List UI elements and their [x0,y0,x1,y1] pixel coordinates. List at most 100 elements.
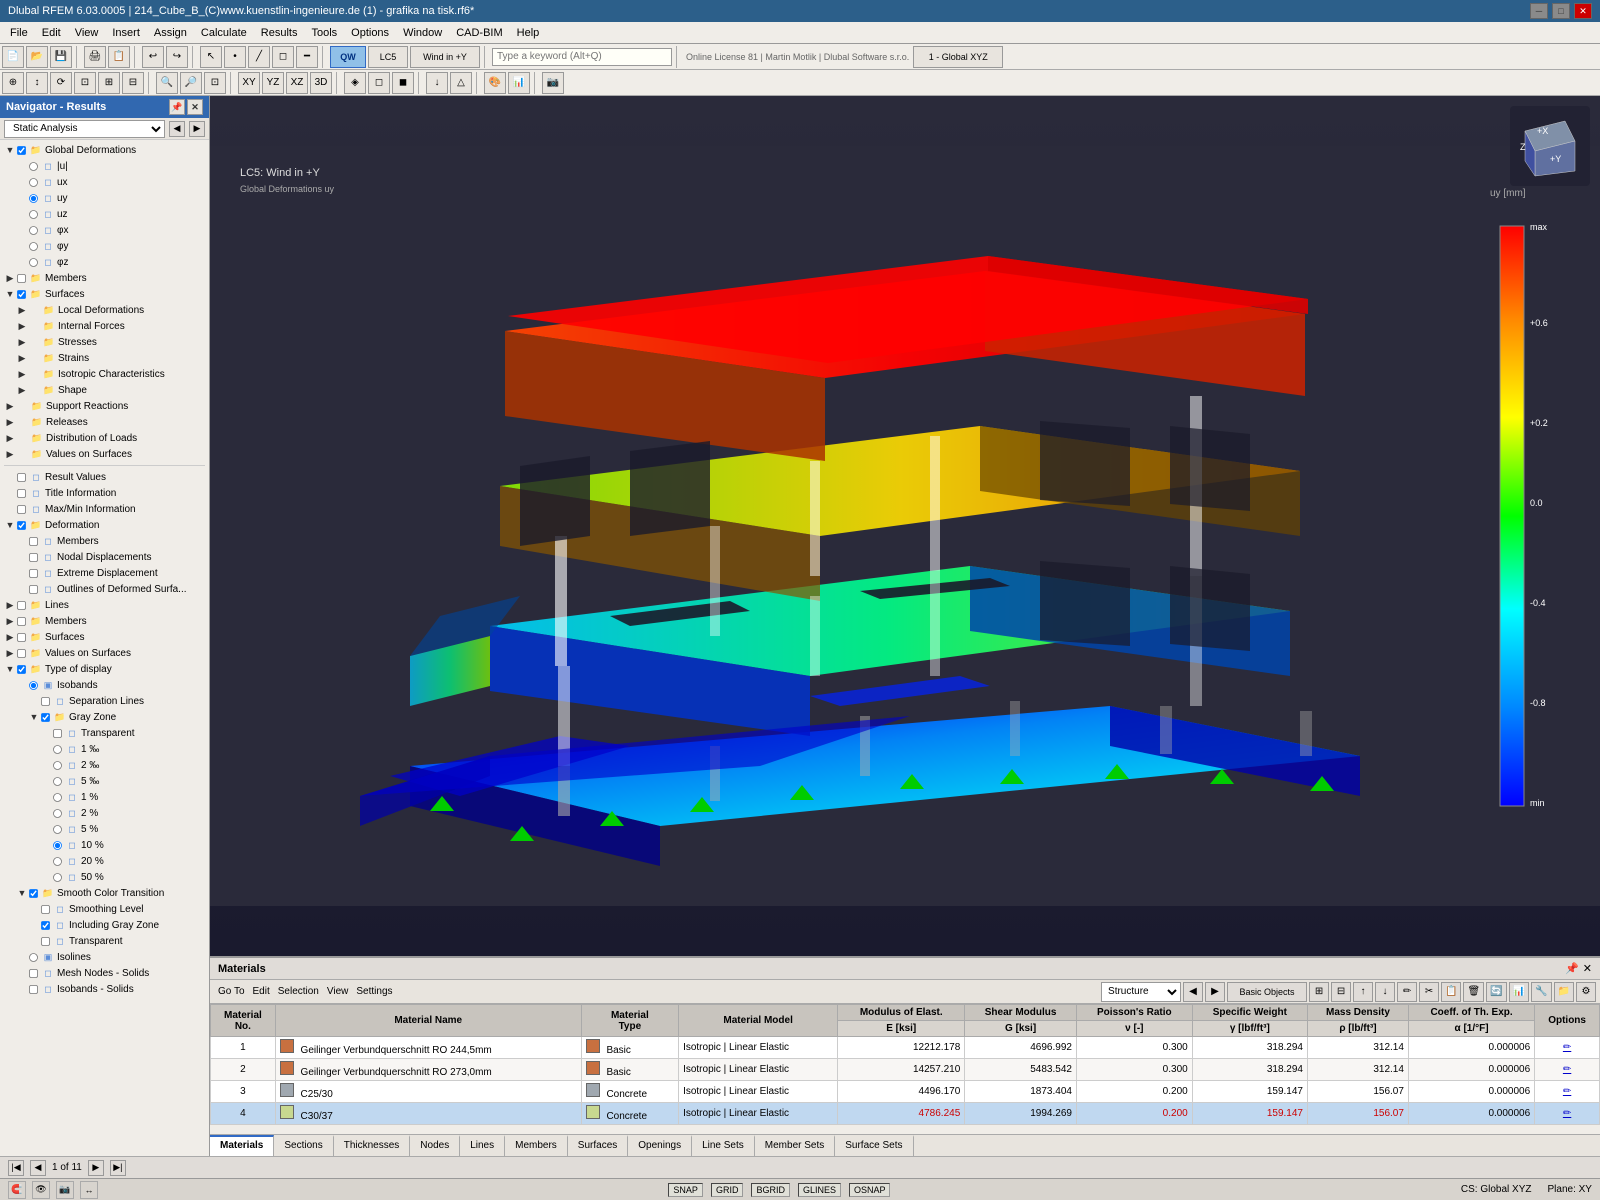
tree-item-phix[interactable]: ▶◻φx [0,222,209,238]
radio-uz[interactable] [29,210,38,219]
tree-item-transparent2[interactable]: ▶◻Transparent [0,933,209,949]
tree-item-isolines[interactable]: ▶▣Isolines [0,949,209,965]
radio-5ppt[interactable] [53,777,62,786]
menu-item-options[interactable]: Options [345,25,395,41]
t2-supports[interactable]: △ [450,72,472,94]
cb-maxmin-info[interactable] [17,505,26,514]
nav-close-btn[interactable]: ✕ [187,99,203,115]
t2-view-xz[interactable]: XZ [286,72,308,94]
undo-btn[interactable]: ↩ [142,46,164,68]
t2-zoom-out[interactable]: 🔎 [180,72,202,94]
bt-btn11[interactable]: 🔧 [1531,982,1551,1002]
bt-btn1[interactable]: ⊞ [1309,982,1329,1002]
bt-btn2[interactable]: ⊟ [1331,982,1351,1002]
line-btn[interactable]: ╱ [248,46,270,68]
radio-5pct[interactable] [53,825,62,834]
cb-outlines[interactable] [29,585,38,594]
tree-item-gray-zone[interactable]: ▼📁Gray Zone [0,709,209,725]
tree-item-values-surfaces[interactable]: ▶📁Values on Surfaces [0,446,209,462]
t2-btn1[interactable]: ⊕ [2,72,24,94]
tree-item-phiz[interactable]: ▶◻φz [0,254,209,270]
radio-phiy[interactable] [29,242,38,251]
cb-extreme-disp[interactable] [29,569,38,578]
menu-item-results[interactable]: Results [255,25,304,41]
cb-lines[interactable] [17,601,26,610]
menu-item-edit[interactable]: Edit [36,25,67,41]
tree-item-smoothing-level[interactable]: ▶◻Smoothing Level [0,901,209,917]
menu-item-window[interactable]: Window [397,25,448,41]
cb-surfaces[interactable] [17,290,26,299]
tree-item-isobands[interactable]: ▶▣Isobands [0,677,209,693]
t2-legend[interactable]: 📊 [508,72,530,94]
menu-settings[interactable]: Settings [352,984,396,999]
tree-toggle-smooth-color[interactable]: ▼ [16,887,28,899]
t2-view-xy[interactable]: XY [238,72,260,94]
bt-btn7[interactable]: 📋 [1441,982,1461,1002]
t2-btn3[interactable]: ⟳ [50,72,72,94]
tree-toggle-gray-zone[interactable]: ▼ [28,711,40,723]
nav-analysis-select[interactable]: Static Analysis [4,120,165,138]
tree-toggle-releases[interactable]: ▶ [4,416,16,428]
menu-item-view[interactable]: View [69,25,105,41]
menu-item-calculate[interactable]: Calculate [195,25,253,41]
panel-pin-btn[interactable]: 📌 [1565,962,1579,975]
tree-toggle-members2[interactable]: ▶ [4,615,16,627]
tree-item-sep-lines[interactable]: ▶◻Separation Lines [0,693,209,709]
tree-toggle-values-surfaces[interactable]: ▶ [4,448,16,460]
radio-isolines[interactable] [29,953,38,962]
cam-btn[interactable]: 📷 [56,1181,74,1199]
save-btn[interactable]: 💾 [50,46,72,68]
tree-toggle-local-def[interactable]: ▶ [16,304,28,316]
radio-phix[interactable] [29,226,38,235]
radio-phiz[interactable] [29,258,38,267]
pg-next[interactable]: ▶ [88,1160,104,1176]
tree-toggle-internal-forces[interactable]: ▶ [16,320,28,332]
tree-item-nodal-disp[interactable]: ▶◻Nodal Displacements [0,549,209,565]
tree-toggle-surfaces[interactable]: ▼ [4,288,16,300]
tree-item-global-def[interactable]: ▼📁Global Deformations [0,142,209,158]
pdf-btn[interactable]: 📋 [108,46,130,68]
bt-btn4[interactable]: ↓ [1375,982,1395,1002]
bt-btn6[interactable]: ✂ [1419,982,1439,1002]
tree-toggle-deformation[interactable]: ▼ [4,519,16,531]
tree-item-shape[interactable]: ▶📁Shape [0,382,209,398]
radio-1ppt[interactable] [53,745,62,754]
tree-item-members[interactable]: ▶📁Members [0,270,209,286]
radio-isobands[interactable] [29,681,38,690]
pg-prev[interactable]: ◀ [30,1160,46,1176]
radio-2pct[interactable] [53,809,62,818]
t2-loads[interactable]: ↓ [426,72,448,94]
cb-isobands-solids[interactable] [29,985,38,994]
tab-openings[interactable]: Openings [628,1135,692,1156]
tree-item-maxmin-info[interactable]: ▶◻Max/Min Information [0,501,209,517]
basic-objects-btn[interactable]: Basic Objects [1227,982,1307,1002]
eye-btn[interactable]: 👁 [32,1181,50,1199]
tree-item-surfaces[interactable]: ▼📁Surfaces [0,286,209,302]
t2-solid[interactable]: ◼ [392,72,414,94]
member-btn[interactable]: ━ [296,46,318,68]
tree-item-1ppt[interactable]: ▶◻1 ‰ [0,741,209,757]
t2-render[interactable]: ◈ [344,72,366,94]
minimize-button[interactable]: ─ [1530,3,1548,19]
t2-wire[interactable]: ◻ [368,72,390,94]
tab-members[interactable]: Members [505,1135,568,1156]
menu-go-to[interactable]: Go To [214,984,249,999]
panel-close-btn[interactable]: ✕ [1583,962,1592,975]
menu-item-help[interactable]: Help [511,25,546,41]
tree-item-strains[interactable]: ▶📁Strains [0,350,209,366]
tree-item-internal-forces[interactable]: ▶📁Internal Forces [0,318,209,334]
tree-toggle-type-display[interactable]: ▼ [4,663,16,675]
tree-item-extreme-disp[interactable]: ▶◻Extreme Displacement [0,565,209,581]
tree-item-mesh-nodes[interactable]: ▶◻Mesh Nodes - Solids [0,965,209,981]
tab-surface-sets[interactable]: Surface Sets [835,1135,913,1156]
cb-result-values[interactable] [17,473,26,482]
select-btn[interactable]: ↖ [200,46,222,68]
tree-item-uz[interactable]: ▶◻uz [0,206,209,222]
t2-btn4[interactable]: ⊡ [74,72,96,94]
radio-2ppt[interactable] [53,761,62,770]
cb-values-surfaces2[interactable] [17,649,26,658]
menu-item-insert[interactable]: Insert [106,25,146,41]
tab-nodes[interactable]: Nodes [410,1135,460,1156]
tree-item-20pct[interactable]: ▶◻20 % [0,853,209,869]
tab-thicknesses[interactable]: Thicknesses [334,1135,411,1156]
